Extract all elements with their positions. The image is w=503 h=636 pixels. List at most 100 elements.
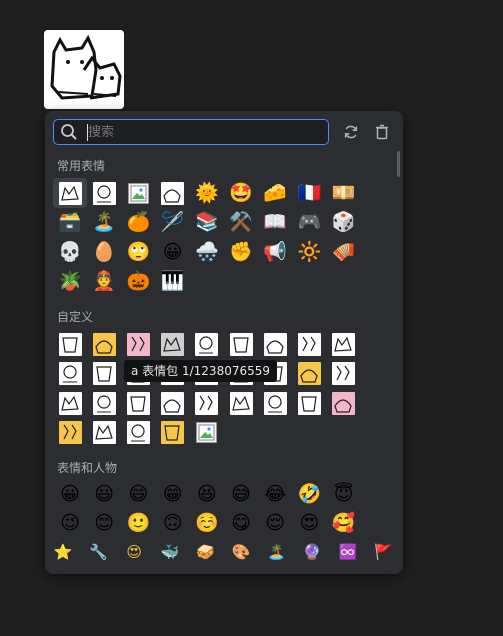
category-travel-icon[interactable]: 🏝️ <box>267 542 287 562</box>
sticker-thumbnail <box>263 332 287 356</box>
person-with-cap-emoji[interactable]: 👲 <box>87 267 121 297</box>
category-food-icon[interactable]: 🥪 <box>195 542 215 562</box>
category-objects-icon[interactable]: 🔮 <box>302 542 322 562</box>
game-die-emoji[interactable]: 🎲 <box>327 208 361 238</box>
relaxed-emoji[interactable]: ☺️ <box>190 509 224 539</box>
jack-o-lantern-emoji[interactable]: 🎃 <box>121 267 155 297</box>
grinning-emoji[interactable]: 😀 <box>53 479 87 509</box>
custom-sticker[interactable] <box>327 388 361 418</box>
custom-sticker[interactable] <box>327 359 361 389</box>
blush-emoji[interactable]: 😊 <box>87 509 121 539</box>
sticker-2[interactable] <box>87 178 121 208</box>
relieved-emoji[interactable]: 😌 <box>258 509 292 539</box>
innocent-emoji[interactable]: 😇 <box>327 479 361 509</box>
broken-image-icon[interactable] <box>121 178 155 208</box>
accordion-emoji[interactable]: 🪗 <box>327 237 361 267</box>
custom-sticker[interactable] <box>87 329 121 359</box>
cloud-with-snow-emoji[interactable]: 🌨️ <box>190 237 224 267</box>
category-activity-icon[interactable]: 🎨 <box>231 542 251 562</box>
custom-sticker[interactable] <box>53 359 87 389</box>
scrollbar-thumb[interactable] <box>397 151 400 177</box>
sweat-smile-emoji[interactable]: 😅 <box>224 479 258 509</box>
refresh-icon[interactable] <box>343 124 359 140</box>
custom-sticker[interactable] <box>258 329 292 359</box>
category-custom-icon[interactable]: 🔧 <box>89 542 109 562</box>
sun-with-face-emoji[interactable]: 🌞 <box>190 178 224 208</box>
star-struck-emoji[interactable]: 🤩 <box>224 178 258 208</box>
sticker-thumbnail <box>332 391 356 415</box>
sticker-thumbnail <box>263 391 287 415</box>
category-bar: ⭐ 🔧 😍 🐳 🥪 🎨 🏝️ 🔮 ♾️ 🚩 <box>45 539 403 565</box>
france-flag-emoji[interactable]: 🇫🇷 <box>292 178 326 208</box>
musical-keyboard-emoji[interactable]: 🎹 <box>156 267 190 297</box>
broken-image[interactable] <box>190 418 224 448</box>
category-frequent-icon[interactable]: ⭐ <box>53 542 73 562</box>
heart-eyes-emoji[interactable]: 😍 <box>292 509 326 539</box>
potted-plant-emoji[interactable]: 🪴 <box>53 267 87 297</box>
custom-sticker[interactable] <box>121 418 155 448</box>
sticker-thumbnail <box>297 391 321 415</box>
custom-sticker[interactable] <box>53 329 87 359</box>
trash-icon[interactable] <box>374 124 390 140</box>
wink-emoji[interactable]: 😉 <box>53 509 87 539</box>
smiling-hearts-emoji[interactable]: 🥰 <box>327 509 361 539</box>
raised-fist-emoji[interactable]: ✊ <box>224 237 258 267</box>
custom-sticker[interactable] <box>224 329 258 359</box>
skull-emoji[interactable]: 💀 <box>53 237 87 267</box>
category-nature-icon[interactable]: 🐳 <box>160 542 180 562</box>
tangerine-emoji[interactable]: 🍊 <box>121 208 155 238</box>
desert-island-emoji[interactable]: 🏝️ <box>87 208 121 238</box>
custom-sticker[interactable] <box>327 329 361 359</box>
custom-sticker[interactable] <box>190 388 224 418</box>
egg-emoji[interactable]: 🥚 <box>87 237 121 267</box>
sticker-thumbnail <box>92 391 116 415</box>
books-emoji[interactable]: 📚 <box>190 208 224 238</box>
sticker-thumbnail <box>58 421 82 444</box>
sticker-1[interactable] <box>53 178 87 208</box>
slight-smile-emoji[interactable]: 🙂 <box>121 509 155 539</box>
custom-sticker[interactable] <box>87 359 121 389</box>
cheese-emoji[interactable]: 🧀 <box>258 178 292 208</box>
custom-sticker[interactable] <box>292 359 326 389</box>
custom-sticker[interactable] <box>87 388 121 418</box>
custom-sticker[interactable] <box>292 388 326 418</box>
open-book-emoji[interactable]: 📖 <box>258 208 292 238</box>
bright-button-emoji[interactable]: 🔆 <box>292 237 326 267</box>
joy-emoji[interactable]: 😂 <box>258 479 292 509</box>
custom-sticker[interactable] <box>121 329 155 359</box>
custom-sticker[interactable] <box>53 388 87 418</box>
category-people-icon[interactable]: 😍 <box>124 542 144 562</box>
upside-down-emoji[interactable]: 🙃 <box>156 509 190 539</box>
search-input[interactable] <box>88 122 318 142</box>
sticker-3[interactable] <box>156 178 190 208</box>
category-flags-icon[interactable]: 🚩 <box>373 542 393 562</box>
yum-emoji[interactable]: 😋 <box>224 509 258 539</box>
grinning-emoji[interactable]: 😀 <box>156 237 190 267</box>
custom-sticker[interactable] <box>156 418 190 448</box>
custom-sticker[interactable] <box>53 418 87 448</box>
search-box[interactable] <box>53 119 329 145</box>
loudspeaker-emoji[interactable]: 📢 <box>258 237 292 267</box>
custom-sticker[interactable] <box>156 388 190 418</box>
rolling-eyes-emoji[interactable]: 🙄 <box>121 237 155 267</box>
custom-sticker[interactable] <box>292 329 326 359</box>
sewing-needle-emoji[interactable]: 🪡 <box>156 208 190 238</box>
rofl-emoji[interactable]: 🤣 <box>292 479 326 509</box>
sticker-thumbnail <box>126 391 150 415</box>
custom-sticker[interactable] <box>224 388 258 418</box>
custom-sticker[interactable] <box>190 329 224 359</box>
category-symbols-icon[interactable]: ♾️ <box>338 542 358 562</box>
laughing-emoji[interactable]: 😆 <box>190 479 224 509</box>
custom-sticker[interactable] <box>258 388 292 418</box>
smiley-emoji[interactable]: 😃 <box>87 479 121 509</box>
sticker-thumbnail <box>161 421 185 444</box>
smile-emoji[interactable]: 😄 <box>121 479 155 509</box>
custom-sticker[interactable] <box>121 388 155 418</box>
card-file-box-emoji[interactable]: 🗃️ <box>53 208 87 238</box>
custom-sticker[interactable] <box>87 418 121 448</box>
grin-emoji[interactable]: 😁 <box>156 479 190 509</box>
video-game-emoji[interactable]: 🎮 <box>292 208 326 238</box>
custom-sticker[interactable] <box>156 329 190 359</box>
hammer-and-pick-emoji[interactable]: ⚒️ <box>224 208 258 238</box>
banknote-emoji[interactable]: 💴 <box>327 178 361 208</box>
